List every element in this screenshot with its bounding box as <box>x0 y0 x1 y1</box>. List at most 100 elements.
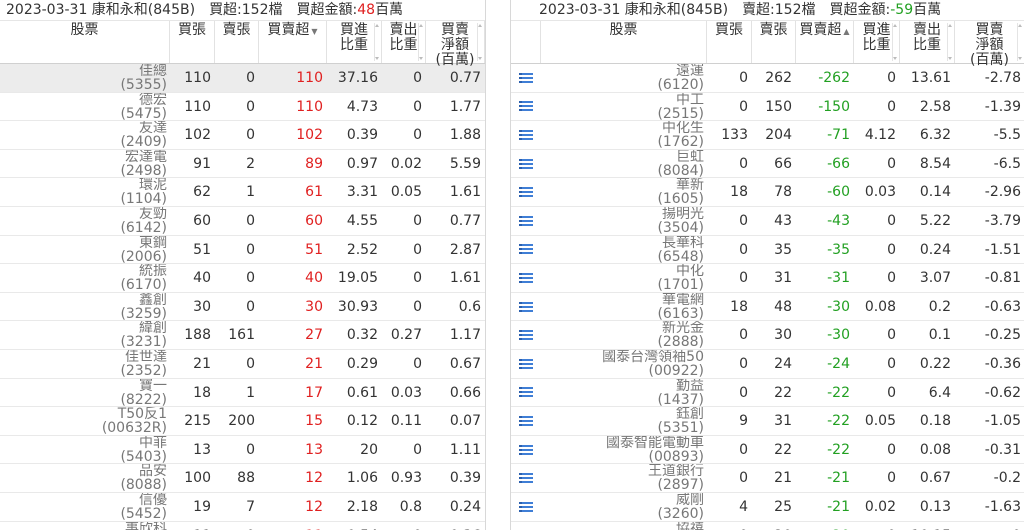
table-row[interactable]: 佳世達 (2352) 21 0 21 0.29 0 0.67 <box>0 350 485 379</box>
table-row[interactable]: 華新 (1605) 18 78 -60 0.03 0.14 -2.96 <box>511 178 1024 207</box>
table-row[interactable]: 威剛 (3260) 4 25 -21 0.02 0.13 -1.63 <box>511 493 1024 522</box>
table-row[interactable]: 國泰智能電動車 (00893) 0 22 -22 0 0.08 -0.31 <box>511 436 1024 465</box>
stock-name[interactable]: 品安 <box>0 464 167 478</box>
stock-name-cell[interactable]: 威剛 (3260) <box>541 493 707 521</box>
list-icon[interactable] <box>519 272 533 283</box>
table-row[interactable]: 勤益 (1437) 0 22 -22 0 6.4 -0.62 <box>511 379 1024 408</box>
row-menu-cell[interactable] <box>511 293 541 321</box>
table-row[interactable]: 品安 (8088) 100 88 12 1.06 0.93 0.39 <box>0 464 485 493</box>
table-row[interactable]: 東鋼 (2006) 51 0 51 2.52 0 2.87 <box>0 236 485 265</box>
stock-name[interactable]: 寶一 <box>0 379 167 393</box>
table-row[interactable]: 中工 (2515) 0 150 -150 0 2.58 -1.39 <box>511 93 1024 122</box>
stock-name-cell[interactable]: 統振 (6170) <box>0 264 170 292</box>
stock-name-cell[interactable]: 勤益 (1437) <box>541 379 707 407</box>
stock-name[interactable]: 緯創 <box>0 321 167 335</box>
stock-name[interactable]: 中化生 <box>541 121 704 135</box>
stock-name-cell[interactable]: 德宏 (5475) <box>0 93 170 121</box>
stock-name[interactable]: 友達 <box>0 121 167 135</box>
stock-name[interactable]: 華電網 <box>541 293 704 307</box>
row-menu-cell[interactable] <box>511 236 541 264</box>
stock-name[interactable]: 威剛 <box>541 493 704 507</box>
stock-name[interactable]: 國泰台灣領袖50 <box>541 350 704 364</box>
row-menu-cell[interactable] <box>511 436 541 464</box>
stock-name-cell[interactable]: 信優 (5452) <box>0 493 170 521</box>
col-header-stock[interactable]: 股票 <box>541 21 707 63</box>
list-icon[interactable] <box>519 358 533 369</box>
stock-name[interactable]: 鑫創 <box>0 293 167 307</box>
table-row[interactable]: 宏達電 (2498) 91 2 89 0.97 0.02 5.59 <box>0 150 485 179</box>
stock-name-cell[interactable]: 事欣科 <box>0 522 170 530</box>
stock-name-cell[interactable]: 緯創 (3231) <box>0 321 170 349</box>
col-header-buy-pct[interactable]: 買進 比重 <box>854 21 900 63</box>
table-row[interactable]: 中菲 (5403) 13 0 13 20 0 1.11 <box>0 436 485 465</box>
row-menu-cell[interactable] <box>511 407 541 435</box>
col-header-sell-pct[interactable]: 賣出 比重 <box>382 21 426 63</box>
row-menu-cell[interactable] <box>511 350 541 378</box>
stock-name[interactable]: 德宏 <box>0 93 167 107</box>
stock-name-cell[interactable]: 華新 (1605) <box>541 178 707 206</box>
stock-name[interactable]: 巨虹 <box>541 150 704 164</box>
stock-name-cell[interactable]: 協禧 <box>541 522 707 530</box>
col-header-stock[interactable]: 股票 <box>0 21 170 63</box>
table-row[interactable]: 揚明光 (3504) 0 43 -43 0 5.22 -3.79 <box>511 207 1024 236</box>
list-icon[interactable] <box>519 244 533 255</box>
list-icon[interactable] <box>519 129 533 140</box>
row-menu-cell[interactable] <box>511 464 541 492</box>
col-header-amount[interactable]: 買賣 淨額 (百萬) <box>955 21 1024 68</box>
row-menu-cell[interactable] <box>511 264 541 292</box>
stock-name-cell[interactable]: 品安 (8088) <box>0 464 170 492</box>
table-row[interactable]: 友達 (2409) 102 0 102 0.39 0 1.88 <box>0 121 485 150</box>
stock-name[interactable]: T50反1 <box>0 407 167 421</box>
list-icon[interactable] <box>519 101 533 112</box>
list-icon[interactable] <box>519 187 533 198</box>
stock-name-cell[interactable]: 寶一 (8222) <box>0 379 170 407</box>
col-header-sell-pct[interactable]: 賣出 比重 <box>900 21 955 63</box>
table-row[interactable]: 巨虹 (8084) 0 66 -66 0 8.54 -6.5 <box>511 150 1024 179</box>
table-row[interactable]: 中化生 (1762) 133 204 -71 4.12 6.32 -5.5 <box>511 121 1024 150</box>
stock-name-cell[interactable]: 中菲 (5403) <box>0 436 170 464</box>
stock-name[interactable]: 環泥 <box>0 178 167 192</box>
stock-name[interactable]: 事欣科 <box>0 522 167 530</box>
stock-name[interactable]: 中工 <box>541 93 704 107</box>
table-row[interactable]: 鑫創 (3259) 30 0 30 30.93 0 0.6 <box>0 293 485 322</box>
stock-name[interactable]: 統振 <box>0 264 167 278</box>
stock-name-cell[interactable]: 宏達電 (2498) <box>0 150 170 178</box>
stock-name[interactable]: 東鋼 <box>0 236 167 250</box>
row-menu-cell[interactable] <box>511 207 541 235</box>
row-menu-cell[interactable] <box>511 321 541 349</box>
list-icon[interactable] <box>519 473 533 484</box>
list-icon[interactable] <box>519 501 533 512</box>
col-header-amount[interactable]: 買賣 淨額 (百萬) <box>426 21 485 68</box>
stock-name-cell[interactable]: 國泰智能電動車 (00893) <box>541 436 707 464</box>
table-row[interactable]: 寶一 (8222) 18 1 17 0.61 0.03 0.66 <box>0 379 485 408</box>
stock-name-cell[interactable]: 國泰台灣領袖50 (00922) <box>541 350 707 378</box>
row-menu-cell[interactable] <box>511 178 541 206</box>
stock-name[interactable]: 鈺創 <box>541 407 704 421</box>
stock-name-cell[interactable]: 中工 (2515) <box>541 93 707 121</box>
row-menu-cell[interactable] <box>511 379 541 407</box>
table-row[interactable]: 信優 (5452) 19 7 12 2.18 0.8 0.24 <box>0 493 485 522</box>
list-icon[interactable] <box>519 215 533 226</box>
table-row[interactable]: 王道銀行 (2897) 0 21 -21 0 0.67 -0.2 <box>511 464 1024 493</box>
stock-name[interactable]: 遠運 <box>541 64 704 78</box>
stock-name[interactable]: 中菲 <box>0 436 167 450</box>
list-icon[interactable] <box>519 415 533 426</box>
stock-name-cell[interactable]: 友達 (2409) <box>0 121 170 149</box>
table-row[interactable]: T50反1 (00632R) 215 200 15 0.12 0.11 0.07 <box>0 407 485 436</box>
table-row[interactable]: 德宏 (5475) 110 0 110 4.73 0 1.77 <box>0 93 485 122</box>
stock-name-cell[interactable]: 新光金 (2888) <box>541 321 707 349</box>
table-row[interactable]: 中化 (1701) 0 31 -31 0 3.07 -0.81 <box>511 264 1024 293</box>
stock-name[interactable]: 勤益 <box>541 379 704 393</box>
stock-name[interactable]: 中化 <box>541 264 704 278</box>
stock-name-cell[interactable]: 鑫創 (3259) <box>0 293 170 321</box>
stock-name-cell[interactable]: 中化 (1701) <box>541 264 707 292</box>
col-header-buy-pct[interactable]: 買進 比重 <box>327 21 382 63</box>
col-header-buy[interactable]: 買張 <box>170 21 215 63</box>
row-menu-cell[interactable] <box>511 522 541 530</box>
stock-name[interactable]: 華新 <box>541 178 704 192</box>
table-row[interactable]: 環泥 (1104) 62 1 61 3.31 0.05 1.61 <box>0 178 485 207</box>
col-header-sell[interactable]: 賣張 <box>752 21 796 63</box>
stock-name-cell[interactable]: 東鋼 (2006) <box>0 236 170 264</box>
stock-name[interactable]: 王道銀行 <box>541 464 704 478</box>
table-row[interactable]: 佳總 (5355) 110 0 110 37.16 0 0.77 <box>0 64 485 93</box>
